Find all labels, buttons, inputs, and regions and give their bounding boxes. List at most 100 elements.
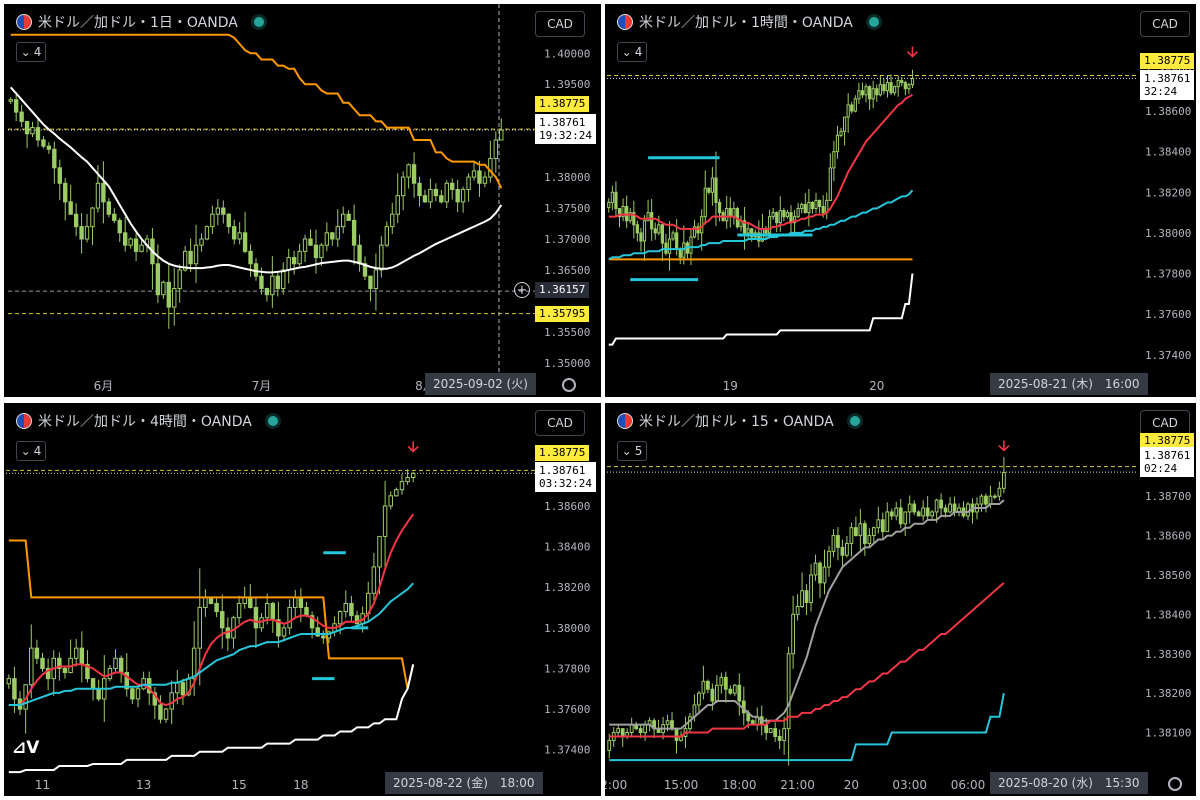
sell-signal-arrow-icon [998, 440, 1010, 452]
level-price-label: 1.38775 [1140, 53, 1195, 69]
candle-body [270, 275, 275, 296]
y-tick-label: 1.38400 [544, 541, 590, 554]
symbol-title-text: 米ドル／加ドル・15・OANDA [639, 414, 834, 430]
candle-body [450, 182, 455, 190]
candle-body [219, 611, 225, 629]
candle-body [997, 487, 1002, 497]
candle-body [791, 613, 795, 655]
crosshair-date-label: 2025-08-21 (木) 16:00 [990, 373, 1148, 395]
indicator-count-toggle[interactable]: ⌄ 4 [617, 42, 647, 62]
candle-body [835, 134, 840, 153]
candle-body [439, 195, 444, 203]
candle-body [809, 574, 813, 604]
candle-body [796, 208, 800, 218]
y-tick-label: 1.37400 [544, 744, 590, 757]
crosshair-plus-icon[interactable]: + [514, 282, 530, 298]
candle-body [697, 692, 701, 706]
bar-countdown: 02:24 [1144, 462, 1178, 475]
x-tick-label: 20 [869, 379, 884, 393]
candle-body [399, 481, 405, 491]
current-price-label: 1.38761 32:24 [1140, 70, 1195, 100]
symbol-title[interactable]: 米ドル／加ドル・15・OANDA [617, 411, 860, 431]
candle-body [885, 511, 890, 533]
candle-body [710, 688, 715, 702]
candle-body [390, 213, 395, 228]
candle-body [141, 678, 146, 690]
candle-body [466, 176, 471, 190]
candle-body [660, 224, 664, 244]
chart-panel-1h[interactable]: 1.388001.386001.384001.382001.380001.378… [605, 4, 1196, 397]
settings-gear-icon[interactable] [1168, 777, 1182, 791]
candle-body [237, 232, 242, 240]
candle-body [259, 617, 264, 629]
crosshair-date-label: 2025-09-02 (火) [425, 373, 536, 395]
symbol-title[interactable]: 米ドル／加ドル・1日・OANDA [16, 12, 264, 32]
candle-body [625, 206, 629, 222]
x-tick-label: 06:00 [951, 778, 986, 792]
candle-body [428, 188, 433, 203]
candle-body [930, 511, 935, 517]
symbol-title[interactable]: 米ドル／加ドル・1時間・OANDA [617, 12, 879, 32]
candle-body [293, 596, 298, 609]
bar-countdown: 32:24 [1144, 85, 1178, 98]
indicator-line [10, 33, 503, 189]
chart-canvas[interactable]: 1.38600 1.38400 1.38200 1.38000 1.37800 1.376… [4, 403, 601, 796]
y-tick-label: 1.38100 [1145, 727, 1191, 740]
candle-body [737, 684, 742, 702]
x-tick-label: 11 [35, 778, 50, 792]
candle-body [411, 164, 417, 184]
currency-button[interactable]: CAD [1140, 11, 1190, 37]
candle-body [862, 523, 867, 544]
usdcad-flag-icon [16, 14, 32, 30]
candle-body [893, 86, 897, 94]
candle-body [689, 236, 693, 254]
candle-body [35, 127, 41, 141]
y-tick-label: 1.35000 [544, 357, 590, 370]
x-tick-label: 7月 [252, 379, 272, 393]
candle-body [880, 519, 885, 533]
candle-body [188, 250, 193, 265]
y-tick-label: 1.38400 [1145, 146, 1191, 159]
candle-body [106, 201, 112, 215]
candle-body [768, 728, 773, 734]
settings-gear-icon[interactable] [562, 378, 576, 392]
currency-button[interactable]: CAD [535, 410, 585, 436]
candle-body [79, 226, 84, 240]
candle-body [308, 238, 313, 246]
candle-body [226, 213, 231, 228]
currency-button[interactable]: CAD [535, 11, 585, 37]
y-tick-label: 1.37600 [544, 703, 590, 716]
indicator-count-toggle[interactable]: ⌄ 4 [16, 441, 46, 461]
indicator-line [608, 189, 914, 261]
indicator-count-toggle[interactable]: ⌄ 4 [16, 42, 46, 62]
candle-body [821, 206, 825, 214]
candle-body [818, 562, 822, 584]
candle-body [135, 688, 141, 700]
usdcad-flag-icon [617, 14, 633, 30]
candle-body [907, 84, 911, 90]
candle-body [405, 477, 410, 483]
x-tick-label: 15:00 [664, 778, 699, 792]
candle-body [281, 269, 286, 290]
chart-canvas[interactable]: 1.388001.386001.384001.382001.380001.378… [605, 4, 1196, 397]
candle-body [133, 238, 139, 252]
candle-body [335, 226, 340, 240]
symbol-title[interactable]: 米ドル／加ドル・4時間・OANDA [16, 411, 278, 431]
x-tick-label: 6月 [94, 379, 114, 393]
chart-canvas[interactable]: 1.38700 1.38600 1.38500 1.38400 1.38300 1.382… [605, 403, 1196, 796]
candle-body [667, 238, 672, 254]
indicator-count-toggle[interactable]: ⌄ 5 [617, 441, 647, 461]
candle-body [675, 232, 679, 250]
candle-body [921, 507, 926, 517]
indicator-count: 4 [33, 45, 42, 59]
indicator-line [608, 93, 913, 230]
candle-body [139, 244, 144, 252]
current-price-label: 1.38761 02:24 [1140, 447, 1195, 477]
chart-panel-15m[interactable]: 1.38700 1.38600 1.38500 1.38400 1.38300 1.382… [605, 403, 1196, 796]
y-tick-label: 1.38000 [1145, 227, 1191, 240]
candle-body [321, 635, 326, 639]
chart-panel-4h[interactable]: 1.38600 1.38400 1.38200 1.38000 1.37800 1.376… [4, 403, 601, 796]
chart-canvas[interactable]: 1.40000 1.39500 1.38000 1.37500 1.37000 1.365… [4, 4, 601, 397]
candle-body [113, 657, 118, 669]
chart-panel-daily[interactable]: 1.40000 1.39500 1.38000 1.37500 1.37000 1.365… [4, 4, 601, 397]
